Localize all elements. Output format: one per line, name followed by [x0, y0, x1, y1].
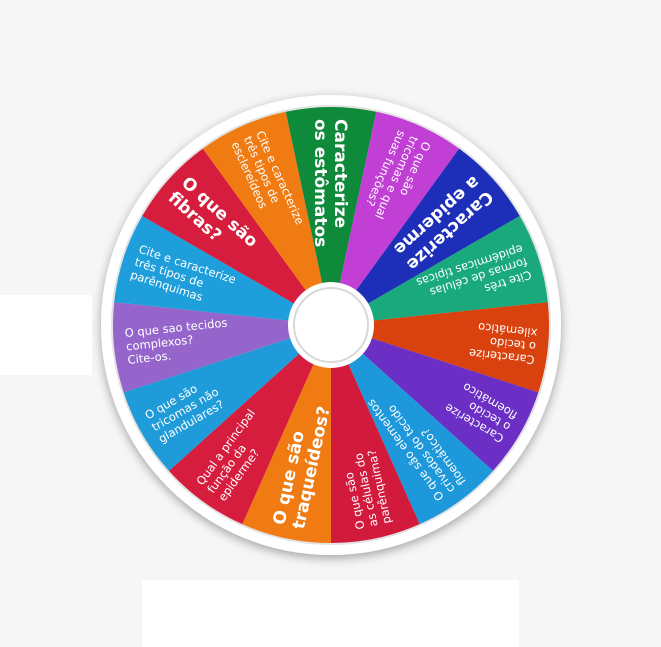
spin-wheel-screen: Caracterizeos estômatos O que sãotricomas…	[0, 0, 661, 647]
wheel-hub[interactable]	[293, 287, 369, 363]
wheel-segment-label-line: os estômatos	[310, 119, 330, 247]
spin-wheel[interactable]: Caracterizeos estômatos O que sãotricomas…	[0, 0, 661, 647]
wheel-segment-label-line: Caracterize	[330, 119, 350, 228]
wheel-segment-label: Caracterizeos estômatos	[310, 119, 350, 247]
